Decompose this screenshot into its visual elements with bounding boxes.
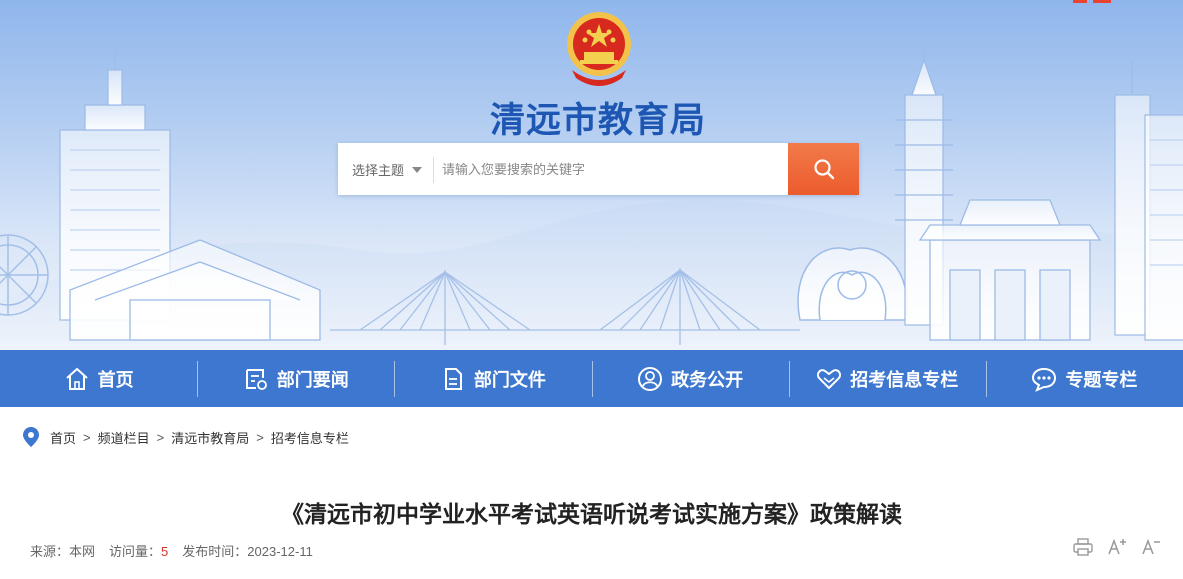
topic-select-label: 选择主题	[352, 163, 405, 178]
font-decrease-icon	[1142, 538, 1160, 555]
nav-item-label: 专题专栏	[1065, 369, 1138, 391]
search-icon	[813, 159, 834, 180]
nav-item-news[interactable]: 部门要闻	[197, 350, 394, 407]
article-tools	[1059, 538, 1161, 556]
print-button[interactable]	[1073, 538, 1093, 556]
font-increase-icon	[1108, 538, 1126, 555]
breadcrumb-separator: >	[83, 429, 91, 445]
national-emblem-icon	[567, 12, 631, 86]
date-value: 2023-12-11	[247, 544, 313, 559]
nav-item-documents[interactable]: 部门文件	[394, 350, 591, 407]
article-source: 来源：本网	[30, 541, 95, 560]
font-decrease-button[interactable]	[1141, 538, 1161, 556]
main-nav: 首页 部门要闻 部门文件 政务公开 招考信息专栏 专题专栏	[0, 350, 1183, 407]
top-right-decoration	[1073, 0, 1123, 4]
search-bar: 选择主题	[338, 143, 859, 195]
breadcrumb-bureau[interactable]: 清远市教育局	[171, 428, 249, 447]
search-button[interactable]	[788, 143, 859, 195]
home-icon	[65, 367, 88, 390]
breadcrumb-channels[interactable]: 频道栏目	[98, 428, 150, 447]
search-input[interactable]	[442, 155, 772, 183]
chevron-down-icon	[412, 167, 422, 173]
chat-icon	[1032, 367, 1057, 392]
nav-item-government-affairs[interactable]: 政务公开	[591, 350, 789, 407]
print-icon	[1073, 538, 1093, 556]
nav-item-special-topics[interactable]: 专题专栏	[985, 350, 1183, 407]
nav-item-label: 部门文件	[473, 369, 546, 391]
location-pin-icon	[23, 427, 39, 447]
news-icon	[245, 368, 267, 390]
nav-item-home[interactable]: 首页	[0, 350, 197, 407]
breadcrumb: 首页 > 频道栏目 > 清远市教育局 > 招考信息专栏	[22, 425, 349, 449]
breadcrumb-recruitment[interactable]: 招考信息专栏	[271, 428, 349, 447]
views-value: 5	[161, 544, 169, 559]
breadcrumb-separator: >	[156, 429, 165, 445]
font-increase-button[interactable]	[1107, 538, 1127, 556]
views-label: 访问量：	[109, 544, 162, 559]
breadcrumb-home[interactable]: 首页	[50, 428, 76, 447]
article-meta: 来源：本网 访问量：5 发布时间：2023-12-11	[30, 541, 327, 560]
article-views: 访问量：5	[109, 541, 168, 560]
user-icon	[638, 366, 663, 391]
heart-hands-icon	[817, 368, 842, 389]
article-date: 发布时间：2023-12-11	[182, 541, 313, 560]
nav-item-label: 招考信息专栏	[850, 369, 959, 391]
nav-item-recruitment[interactable]: 招考信息专栏	[788, 350, 986, 407]
source-value: 本网	[69, 544, 96, 559]
site-title: 清远市教育局	[489, 101, 706, 141]
nav-item-label: 首页	[97, 369, 134, 391]
article-title: 《清远市初中学业水平考试英语听说考试实施方案》政策解读	[281, 502, 902, 528]
topic-select[interactable]: 选择主题	[338, 143, 433, 195]
nav-item-label: 部门要闻	[276, 369, 349, 391]
header-banner: 清远市教育局 选择主题	[0, 0, 1183, 350]
nav-item-label: 政务公开	[671, 369, 744, 391]
source-label: 来源：	[30, 544, 70, 559]
search-divider	[433, 157, 434, 183]
date-label: 发布时间：	[182, 544, 248, 559]
document-icon	[444, 367, 462, 390]
breadcrumb-separator: >	[256, 429, 264, 445]
